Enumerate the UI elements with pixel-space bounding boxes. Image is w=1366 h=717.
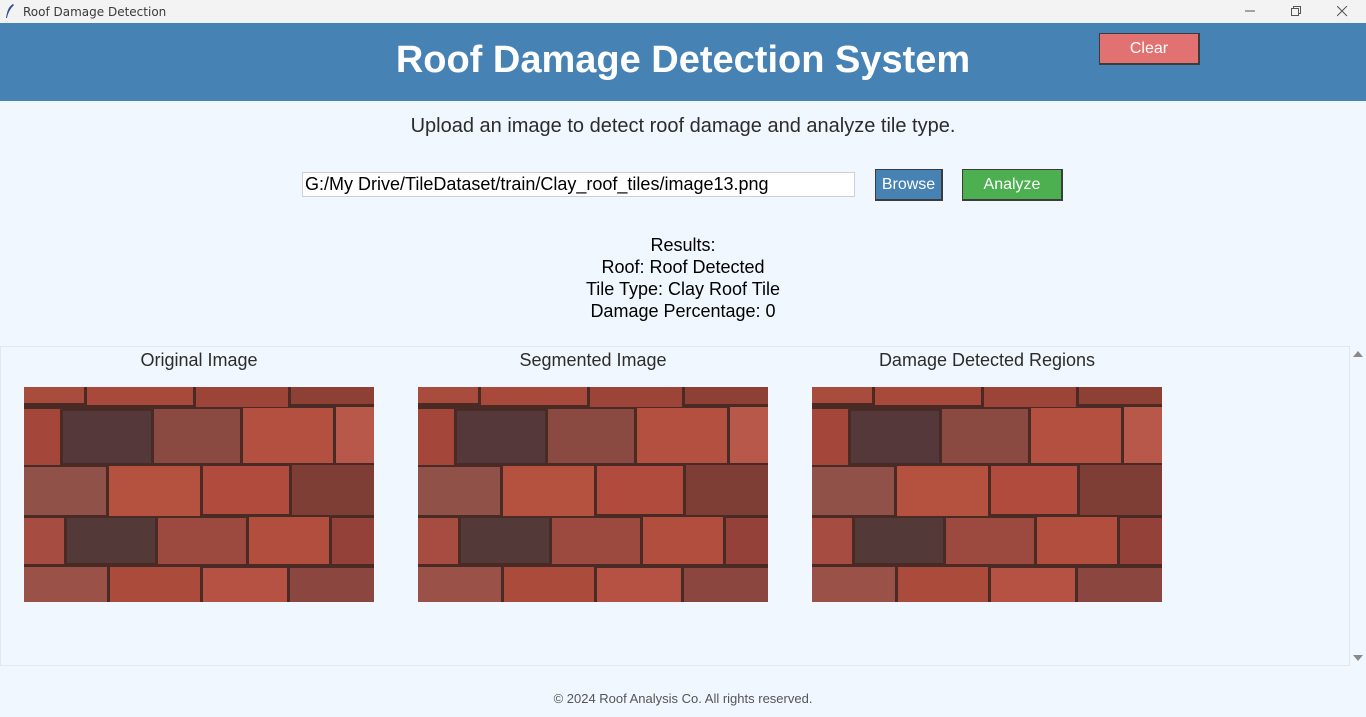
damage-regions-label: Damage Detected Regions — [878, 350, 1096, 370]
damage-percentage-result: Damage Percentage: 0 — [590, 301, 776, 321]
instructions-text: Upload an image to detect roof damage an… — [410, 115, 956, 137]
roof-result: Roof: Roof Detected — [601, 257, 765, 277]
segmented-image — [418, 387, 768, 602]
feather-icon — [6, 4, 14, 18]
browse-button[interactable]: Browse — [875, 169, 943, 201]
file-path-input[interactable] — [302, 172, 855, 197]
tile-type-result: Tile Type: Clay Roof Tile — [585, 279, 781, 299]
minimize-icon — [1245, 10, 1255, 12]
scroll-up-icon[interactable] — [1350, 346, 1366, 362]
clear-button[interactable]: Clear — [1099, 33, 1200, 65]
segmented-image-label: Segmented Image — [519, 350, 667, 370]
minimize-button[interactable] — [1227, 0, 1273, 23]
close-icon — [1337, 6, 1348, 17]
vertical-scrollbar[interactable] — [1350, 346, 1366, 666]
window-titlebar: Roof Damage Detection — [0, 0, 1366, 24]
original-image-label: Original Image — [140, 350, 258, 370]
results-heading: Results: — [650, 235, 716, 255]
restore-button[interactable] — [1273, 0, 1319, 23]
original-image — [24, 387, 374, 602]
window-title: Roof Damage Detection — [23, 5, 167, 19]
footer-copyright: © 2024 Roof Analysis Co. All rights rese… — [553, 691, 813, 706]
analyze-button[interactable]: Analyze — [962, 169, 1063, 201]
damage-detected-image — [812, 387, 1162, 602]
scroll-down-icon[interactable] — [1350, 650, 1366, 666]
restore-icon — [1291, 6, 1301, 16]
results-block: Results: Roof: Roof Detected Tile Type: … — [0, 234, 1366, 322]
close-button[interactable] — [1319, 0, 1365, 23]
